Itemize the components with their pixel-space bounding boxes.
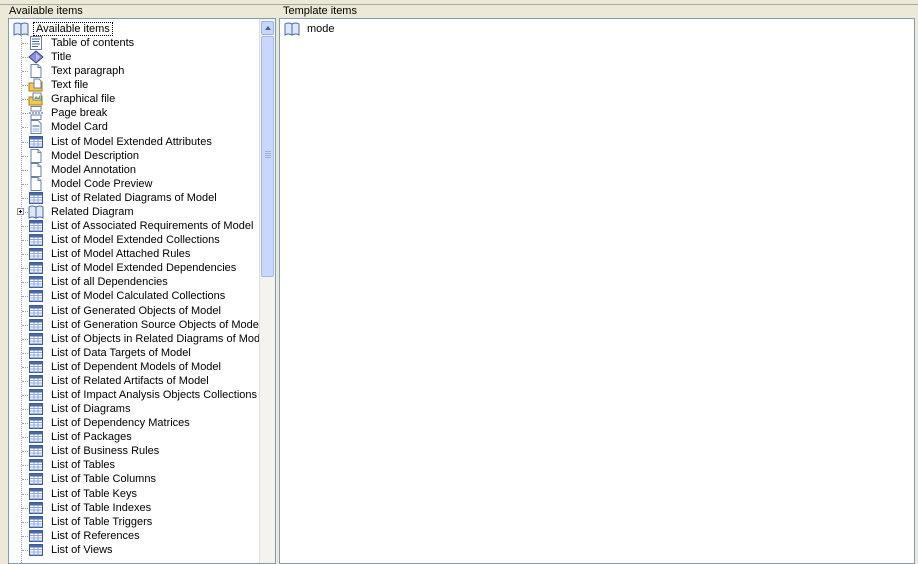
template-items-tree-panel[interactable]: mode xyxy=(279,18,915,564)
tree-item-label: List of Impact Analysis Objects Collecti… xyxy=(51,389,276,401)
tree-item-label: Model Card xyxy=(51,121,108,134)
available-items-header: Available items xyxy=(9,5,83,17)
list-icon xyxy=(29,290,43,303)
tree-item-label: List of Packages xyxy=(51,431,132,444)
tree-item-label: List of all Dependencies xyxy=(51,276,168,289)
document-icon xyxy=(30,162,42,177)
list-icon xyxy=(29,276,43,289)
list-icon xyxy=(29,473,43,486)
toc-icon xyxy=(30,36,42,50)
card-icon xyxy=(30,120,42,135)
scrollbar-thumb[interactable] xyxy=(261,36,274,277)
tree-item-label: List of Dependent Models of Model xyxy=(51,360,221,373)
tree-item-label: List of Model Extended Collections xyxy=(51,234,220,247)
tree-item-label: List of Table Triggers xyxy=(51,515,153,528)
expand-plus-icon[interactable] xyxy=(17,207,24,215)
list-icon xyxy=(29,445,43,458)
tree-item-label: List of Views xyxy=(51,543,113,556)
tree-item-label: List of Related Diagrams of Model xyxy=(51,191,217,204)
tree-item-label: Text paragraph xyxy=(51,65,125,78)
tree-item-label: List of Model Extended Attributes xyxy=(51,135,212,148)
tree-item-label: List of Model Calculated Collections xyxy=(51,290,226,303)
list-icon xyxy=(29,431,43,444)
tree-item-label: List of Objects in Related Diagrams of M… xyxy=(51,332,269,345)
list-icon xyxy=(29,304,43,317)
list-icon xyxy=(29,529,43,542)
list-icon xyxy=(29,417,43,430)
list-icon xyxy=(29,389,43,401)
tree-item-label: Model Description xyxy=(51,149,140,162)
tree-item-label: List of Business Rules xyxy=(51,445,160,458)
tree-item-label: List of Data Targets of Model xyxy=(51,346,191,359)
tree-item-label: List of Generated Objects of Model xyxy=(51,304,221,317)
list-icon xyxy=(29,262,43,275)
document-icon xyxy=(30,148,42,163)
tree-item-label: Text file xyxy=(51,79,89,92)
book-icon xyxy=(28,205,44,219)
tree-item-label: mode xyxy=(307,23,335,35)
list-icon xyxy=(29,515,43,528)
list-icon xyxy=(29,234,43,247)
folder-image-icon xyxy=(28,92,43,106)
list-icon xyxy=(29,459,43,472)
document-icon xyxy=(30,176,42,191)
tree-item-label: Title xyxy=(51,51,72,64)
scrollbar-grip-icon xyxy=(265,151,271,159)
tree-item-label: List of Generation Source Objects of Mod… xyxy=(51,318,262,331)
book-icon xyxy=(284,22,300,36)
list-icon xyxy=(29,374,43,387)
list-icon xyxy=(29,135,43,148)
tree-root-label: Available items xyxy=(33,22,113,36)
tree-item-label: Table of contents xyxy=(51,37,135,49)
document-icon xyxy=(30,64,42,79)
tree-item-label: List of Associated Requirements of Model xyxy=(51,220,254,233)
tree-item-label: List of References xyxy=(51,529,140,542)
title-diamond-icon xyxy=(28,50,44,64)
list-icon xyxy=(29,543,43,556)
list-icon xyxy=(29,346,43,359)
available-items-tree-panel[interactable]: Available items Table of contents Title Te… xyxy=(8,18,276,564)
list-icon xyxy=(29,360,43,373)
tree-item-label: List of Dependency Matrices xyxy=(51,417,190,430)
scroll-up-arrow-icon[interactable] xyxy=(261,21,274,35)
template-items-header: Template items xyxy=(283,5,357,17)
list-icon xyxy=(29,191,43,204)
tree-item-label: List of Table Indexes xyxy=(51,501,152,514)
tree-item-label: List of Model Extended Dependencies xyxy=(51,262,237,275)
tree-item-label: List of Tables xyxy=(51,459,116,472)
tree-item-label: List of Related Artifacts of Model xyxy=(51,374,209,387)
vertical-scrollbar[interactable] xyxy=(259,19,275,563)
list-icon xyxy=(29,487,43,500)
tree-item-label: Graphical file xyxy=(51,93,116,106)
tree-item-label: List of Table Columns xyxy=(51,473,156,486)
tree-item-label: Model Annotation xyxy=(51,163,137,176)
folder-document-icon xyxy=(28,78,43,92)
list-icon xyxy=(29,332,43,345)
list-icon xyxy=(29,248,43,261)
tree-item-label: Related Diagram xyxy=(51,205,134,218)
list-icon xyxy=(29,220,43,233)
tree-item-label: List of Diagrams xyxy=(51,403,131,416)
page-break-icon xyxy=(29,106,43,121)
list-icon xyxy=(29,403,43,416)
tree-item-label: Page break xyxy=(51,107,108,120)
list-icon xyxy=(29,318,43,331)
list-icon xyxy=(29,501,43,514)
tree-item-label: Model Code Preview xyxy=(51,177,153,190)
tree-item-label: List of Table Keys xyxy=(51,487,138,500)
tree-item-label: List of Model Attached Rules xyxy=(51,248,191,261)
